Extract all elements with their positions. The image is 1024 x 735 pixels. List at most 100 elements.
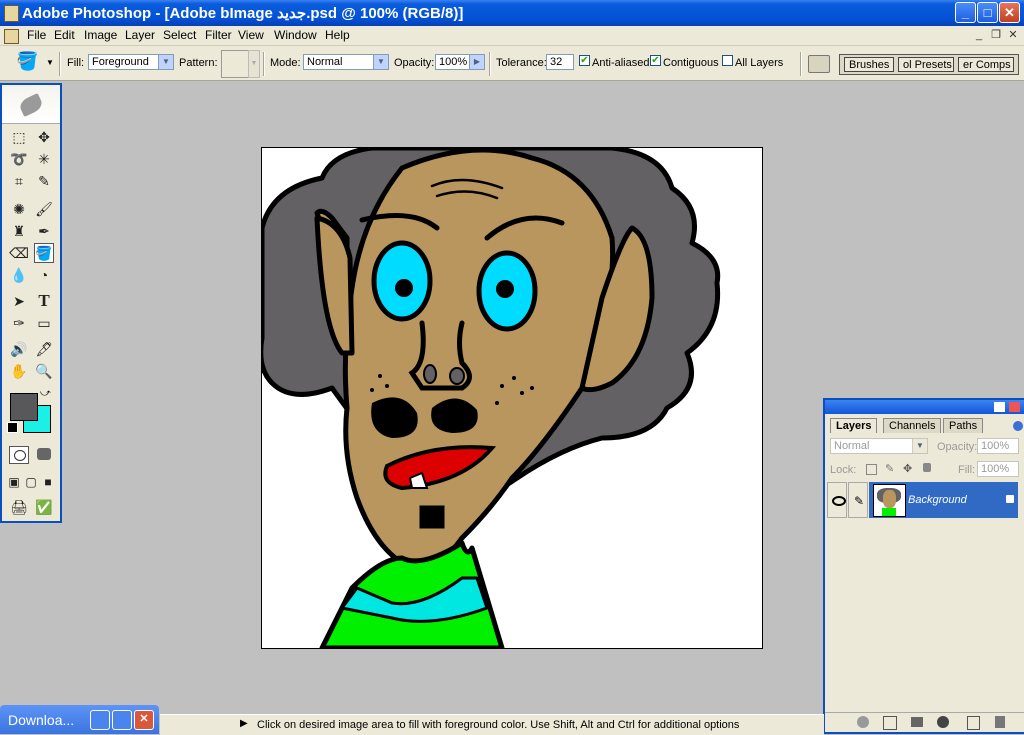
taskbar-label: Downloa... [8,712,75,728]
add-layer-style-icon[interactable] [883,716,897,730]
delete-layer-icon[interactable] [995,716,1005,728]
magic-wand-tool-icon[interactable]: ✳ [34,149,54,169]
pen-tool-icon[interactable]: ✑ [9,313,29,333]
paint-bucket-tool-preset-icon[interactable]: 🪣 [16,51,38,72]
taskbar-close-icon[interactable]: ✕ [134,710,154,730]
standard-mode-button[interactable] [9,446,29,464]
opacity-input[interactable]: 100% ▶ [435,54,485,70]
history-brush-tool-icon[interactable]: ✒ [34,221,54,241]
rectangle-tool-icon[interactable]: ▭ [34,313,54,333]
lock-image-icon[interactable]: ✎ [885,462,894,475]
menu-window[interactable]: Window [274,28,317,42]
doc-close-button[interactable]: ✕ [1006,29,1020,42]
swap-colors-icon[interactable]: ⤻ [40,388,51,399]
pattern-picker[interactable] [221,50,249,78]
layer-fill-input[interactable]: 100% [977,461,1019,477]
close-button[interactable]: ✕ [999,2,1020,23]
dodge-tool-icon[interactable]: ◔ [34,265,54,285]
layer-name[interactable]: Background [908,494,967,506]
document-canvas[interactable] [261,147,763,649]
foreground-color-swatch[interactable] [10,393,38,421]
hand-tool-icon[interactable]: ✋ [9,361,29,381]
screen-mode-full-menu-icon[interactable]: ▢ [23,472,39,492]
photoshop-app-icon[interactable] [4,5,19,22]
all-layers-checkbox[interactable] [722,55,733,66]
type-tool-icon[interactable]: T [34,291,54,311]
taskbar-download-window[interactable]: Downloa... ✕ [0,705,159,734]
menu-help[interactable]: Help [325,28,350,42]
eraser-tool-icon[interactable]: ⌫ [9,243,29,263]
zoom-tool-icon[interactable]: 🔍 [34,361,54,381]
link-layers-icon[interactable] [857,716,869,728]
tolerance-value: 32 [550,56,563,68]
doc-minimize-button[interactable]: _ [972,29,986,42]
menu-filter[interactable]: Filter [205,28,232,42]
edit-in-imageready-icon[interactable]: ✅ [34,497,54,517]
eyedropper-tool-icon[interactable]: 🖋 [34,339,54,359]
screen-mode-standard-icon[interactable]: ▣ [6,472,22,492]
layer-row-background[interactable]: Background [869,482,1018,518]
palette-menu-icon[interactable] [1013,421,1023,431]
maximize-button[interactable]: □ [977,2,998,23]
feather-logo-icon[interactable] [17,93,45,117]
palette-close-icon[interactable] [1009,402,1020,412]
healing-brush-tool-icon[interactable]: ✺ [9,199,29,219]
lasso-tool-icon[interactable]: ➰ [9,149,29,169]
tab-paths[interactable]: Paths [943,418,984,433]
new-layer-icon[interactable] [967,716,980,730]
doc-restore-button[interactable]: ❐ [989,29,1003,42]
slice-tool-icon[interactable]: ✎ [34,171,54,191]
pattern-dropdown-button[interactable]: ▼ [248,50,260,78]
tab-layers[interactable]: Layers [830,418,878,433]
add-mask-icon[interactable] [911,717,923,727]
anti-aliased-checkbox[interactable]: ✔ [579,55,590,66]
screen-mode-full-icon[interactable]: ■ [40,472,56,492]
layer-opacity-input[interactable]: 100% [977,438,1019,454]
lock-position-icon[interactable]: ✥ [903,462,912,475]
minimize-button[interactable]: _ [955,2,976,23]
move-tool-icon[interactable]: ✥ [34,127,54,147]
palette-minimize-icon[interactable] [994,402,1005,412]
fill-select[interactable]: Foreground ▼ [88,54,174,70]
notes-tool-icon[interactable]: 🔊 [9,339,29,359]
default-colors-icon[interactable] [7,422,18,433]
mode-select[interactable]: Normal ▼ [303,54,389,70]
document-icon[interactable] [4,29,19,44]
arrow-right-icon[interactable]: ▶ [469,55,484,69]
clone-stamp-tool-icon[interactable]: ♜ [9,221,29,241]
tool-preset-dropdown-icon[interactable]: ▼ [46,58,54,67]
tolerance-input[interactable]: 32 [546,54,574,70]
jump-to-imageready-icon[interactable]: 🖨 [9,497,29,517]
menu-edit[interactable]: Edit [54,28,75,42]
menu-view[interactable]: View [238,28,264,42]
well-tab-brushes[interactable]: Brushes [844,57,894,72]
layer-fill-value: 100% [981,463,1010,475]
lock-transparency-icon[interactable] [866,464,877,475]
palette-well: Brushes ol Presets er Comps [839,54,1019,75]
new-group-icon[interactable] [937,716,949,728]
quick-mask-mode-button[interactable] [34,446,54,464]
layers-palette-titlebar[interactable] [825,400,1024,414]
menu-file[interactable]: File [27,28,46,42]
taskbar-maximize-icon[interactable] [112,710,132,730]
crop-tool-icon[interactable]: ⌗ [9,171,29,191]
contiguous-checkbox[interactable]: ✔ [650,55,661,66]
taskbar-restore-icon[interactable] [90,710,110,730]
menu-image[interactable]: Image [84,28,117,42]
tab-channels[interactable]: Channels [883,418,942,433]
layer-eye-cell[interactable] [827,482,847,518]
lock-all-icon[interactable] [923,463,931,472]
layer-brush-cell[interactable]: ✎ [848,482,868,518]
menu-select[interactable]: Select [163,28,196,42]
blend-mode-select[interactable]: Normal ▼ [830,438,928,454]
status-arrow-icon[interactable]: ▶ [240,718,248,729]
blur-tool-icon[interactable]: 💧 [9,265,29,285]
file-browser-icon[interactable] [808,55,830,73]
well-tab-layer-comps[interactable]: er Comps [958,57,1014,72]
marquee-tool-icon[interactable]: ⬚ [9,127,29,147]
brush-tool-icon[interactable]: 🖌 [34,199,54,219]
path-selection-tool-icon[interactable]: ➤ [9,291,29,311]
well-tab-tool-presets[interactable]: ol Presets [898,57,954,72]
menu-layer[interactable]: Layer [125,28,155,42]
paint-bucket-tool-icon[interactable]: 🪣 [34,243,54,263]
